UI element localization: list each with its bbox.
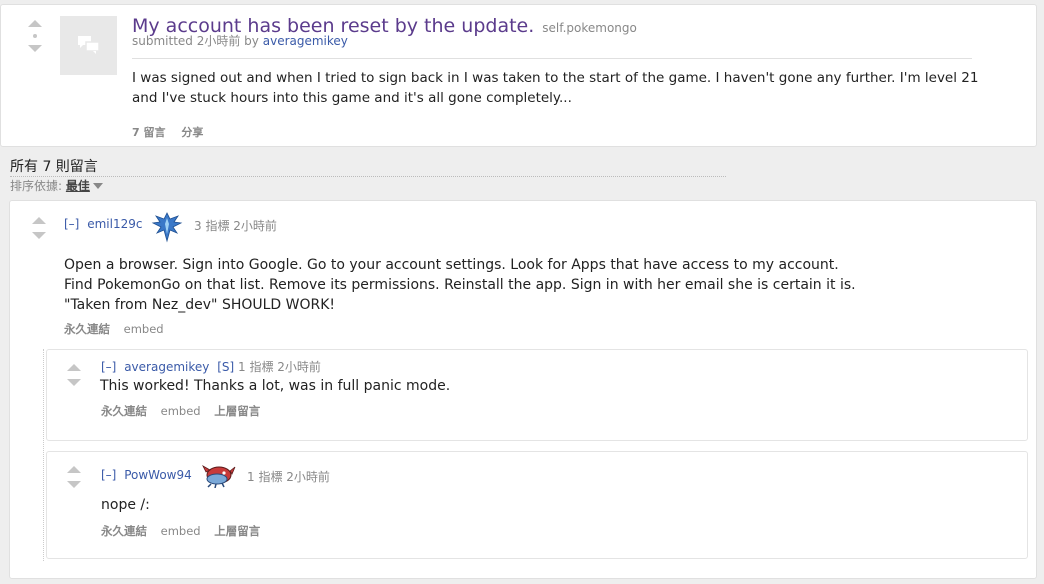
embed-link[interactable]: embed — [124, 322, 164, 336]
upvote-arrow-icon[interactable] — [28, 20, 42, 27]
chat-bubble-icon — [78, 36, 100, 54]
post-divider — [132, 58, 972, 59]
collapse-toggle[interactable]: [–] — [101, 468, 116, 482]
comment-vote — [67, 364, 81, 386]
sort-prefix: 排序依據: — [10, 179, 63, 193]
upvote-arrow-icon[interactable] — [67, 466, 81, 473]
child-comment: [–] PowWow94 1 指標 2小時前 nope /: 永久連結 embe… — [46, 451, 1028, 559]
comment-meta: 1 指標 2小時前 — [247, 470, 330, 484]
score-dot — [33, 34, 37, 38]
downvote-arrow-icon[interactable] — [67, 481, 81, 488]
comment-author-link[interactable]: PowWow94 — [124, 468, 192, 482]
share-link[interactable]: 分享 — [181, 126, 203, 139]
downvote-arrow-icon[interactable] — [67, 379, 81, 386]
upvote-arrow-icon[interactable] — [32, 217, 46, 224]
downvote-arrow-icon[interactable] — [32, 232, 46, 239]
comment-buttons: 永久連結 embed — [64, 321, 174, 337]
embed-link[interactable]: embed — [161, 404, 201, 418]
post-vote — [28, 20, 48, 52]
comment-tagline: [–] emil129c — [64, 217, 142, 231]
comment-meta: 3 指標 2小時前 — [194, 219, 277, 233]
collapse-toggle[interactable]: [–] — [101, 360, 116, 374]
self-post-thumbnail[interactable] — [60, 16, 117, 75]
parent-link[interactable]: 上層留言 — [214, 524, 260, 538]
comments-link[interactable]: 7 留言 — [132, 126, 165, 139]
child-comment: [–] averagemikey [S] 1 指標 2小時前 This work… — [46, 349, 1028, 441]
post-tagline: submitted 2小時前 by averagemikey — [132, 32, 348, 49]
comment-buttons: 永久連結 embed 上層留言 — [101, 403, 270, 419]
comment-vote — [67, 466, 81, 488]
comment-author-link[interactable]: averagemikey — [124, 360, 209, 374]
post-container: My account has been reset by the update.… — [0, 4, 1037, 147]
sort-control: 排序依據: 最佳 — [10, 177, 103, 194]
comment-buttons: 永久連結 embed 上層留言 — [101, 523, 270, 539]
comment-thread: [–] emil129c 3 指標 2小時前 Open a browser. S… — [9, 200, 1037, 579]
downvote-arrow-icon[interactable] — [28, 45, 42, 52]
permalink-link[interactable]: 永久連結 — [64, 322, 110, 336]
submitter-badge[interactable]: [S] — [217, 360, 234, 374]
post-domain[interactable]: self.pokemongo — [542, 21, 637, 35]
post-author-link[interactable]: averagemikey — [263, 34, 348, 48]
embed-link[interactable]: embed — [161, 524, 201, 538]
comment-author-link[interactable]: emil129c — [87, 217, 142, 231]
team-mystic-icon — [151, 212, 183, 243]
comment-vote — [32, 217, 46, 239]
pokemon-flair-icon — [202, 464, 236, 488]
comment-meta: 1 指標 2小時前 — [238, 360, 321, 374]
parent-link[interactable]: 上層留言 — [214, 404, 260, 418]
comments-divider — [10, 176, 726, 177]
comment-tagline: [–] averagemikey [S] 1 指標 2小時前 — [101, 358, 321, 375]
submitted-text: submitted 2小時前 by — [132, 34, 259, 48]
post-selftext: I was signed out and when I tried to sig… — [132, 70, 979, 106]
upvote-arrow-icon[interactable] — [67, 364, 81, 371]
permalink-link[interactable]: 永久連結 — [101, 524, 147, 538]
thread-line — [43, 349, 44, 561]
collapse-toggle[interactable]: [–] — [64, 217, 79, 231]
comment-body: This worked! Thanks a lot, was in full p… — [100, 378, 451, 394]
sort-dropdown[interactable]: 最佳 — [66, 179, 90, 193]
comment-tagline: [–] PowWow94 — [101, 468, 192, 482]
comment-body: nope /: — [101, 497, 150, 513]
comment-body: Open a browser. Sign into Google. Go to … — [64, 257, 856, 313]
post-buttons: 7 留言 分享 — [132, 124, 215, 140]
permalink-link[interactable]: 永久連結 — [101, 404, 147, 418]
comments-title: 所有 7 則留言 — [10, 159, 98, 175]
chevron-down-icon[interactable] — [92, 183, 103, 189]
